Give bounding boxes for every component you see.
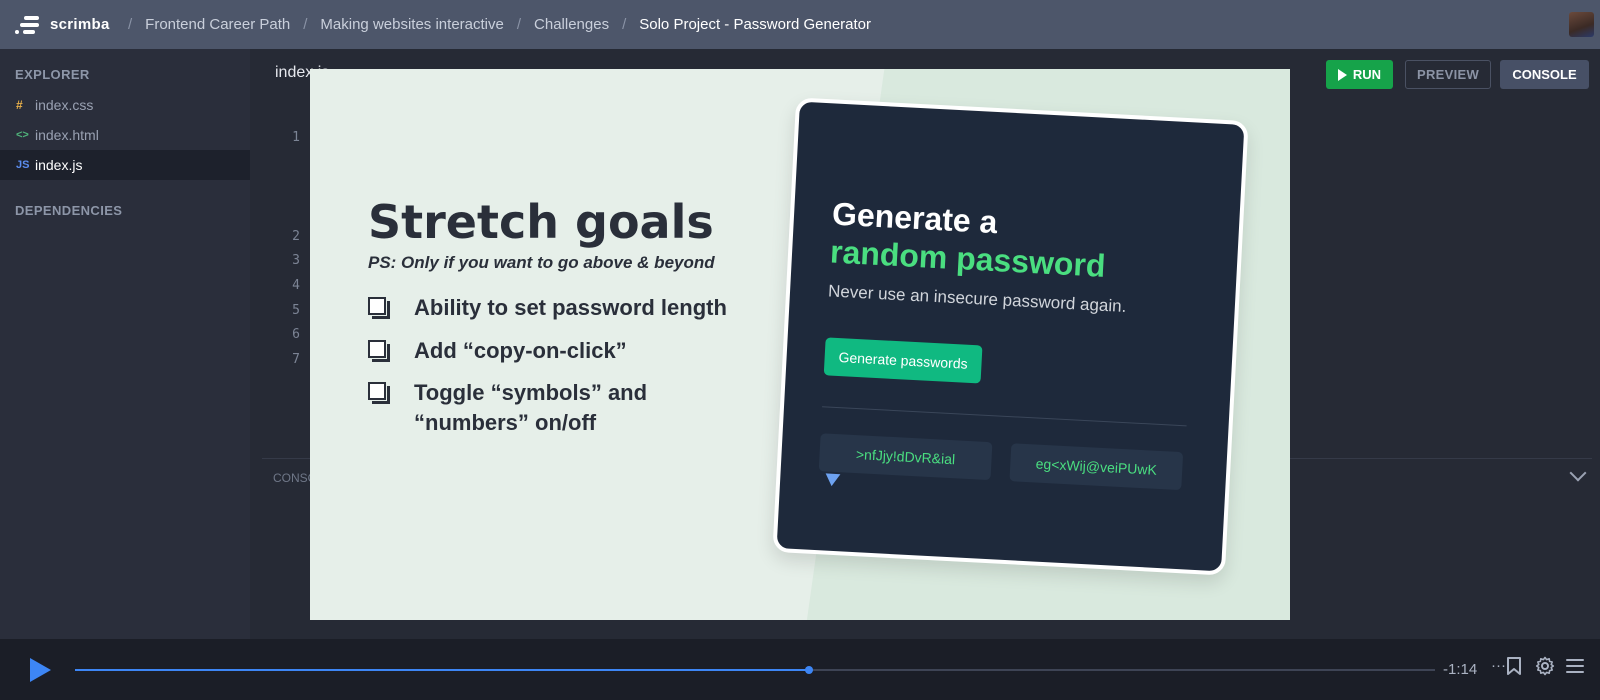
checkbox-icon — [368, 297, 390, 319]
file-name: index.css — [35, 97, 94, 113]
play-icon — [1337, 68, 1347, 81]
checkbox-icon — [368, 340, 390, 362]
preview-button[interactable]: PREVIEW — [1405, 60, 1491, 89]
password-output: eg<xWij@veiPUwK — [1009, 443, 1184, 491]
scrimba-logo-icon — [15, 15, 39, 34]
goal-item: Toggle “symbols” and “numbers” on/off — [368, 378, 684, 438]
password-output: >nfJjy!dDvR&ial — [818, 433, 993, 481]
progress-track[interactable] — [75, 666, 1435, 674]
top-bar: scrimba / Frontend Career Path / Making … — [0, 0, 1600, 49]
breadcrumb-separator: / — [516, 16, 522, 33]
explorer-heading: EXPLORER — [15, 67, 90, 82]
slide-title: Stretch goals — [368, 195, 714, 249]
line-number: 2 — [292, 229, 300, 244]
file-explorer-sidebar: EXPLORER # index.css <> index.html JS in… — [0, 49, 250, 700]
js-file-icon: JS — [16, 159, 30, 171]
breadcrumb-item-module[interactable]: Making websites interactive — [320, 16, 503, 33]
line-number: 5 — [292, 303, 300, 318]
line-number: 1 — [292, 130, 300, 145]
chevron-down-icon[interactable] — [1569, 464, 1587, 482]
goal-item: Ability to set password length — [368, 293, 774, 323]
line-number: 6 — [292, 327, 300, 342]
breadcrumb: / Frontend Career Path / Making websites… — [115, 16, 871, 33]
generate-passwords-button: Generate passwords — [823, 337, 983, 384]
breadcrumb-separator: / — [303, 16, 308, 33]
card-divider — [822, 406, 1187, 427]
goal-text: Toggle “symbols” and “numbers” on/off — [414, 380, 648, 435]
goal-text: Add “copy-on-click” — [414, 338, 627, 363]
run-label: RUN — [1352, 67, 1382, 82]
progress-fill — [75, 669, 810, 671]
slide-subtitle: PS: Only if you want to go above & beyon… — [368, 253, 715, 272]
breadcrumb-current: Solo Project - Password Generator — [639, 16, 872, 33]
file-name: index.html — [35, 127, 99, 143]
file-name: index.js — [35, 157, 83, 173]
dependencies-heading: DEPENDENCIES — [15, 203, 123, 218]
menu-icon[interactable] — [1566, 658, 1584, 674]
breadcrumb-separator: / — [128, 16, 133, 33]
file-item-html[interactable]: <> index.html — [0, 120, 250, 150]
progress-handle[interactable] — [805, 666, 814, 674]
breadcrumb-item-career-path[interactable]: Frontend Career Path — [145, 16, 290, 33]
card-description: Never use an insecure password again. — [827, 281, 1127, 317]
breadcrumb-separator: / — [622, 16, 627, 33]
line-number: 4 — [292, 278, 300, 293]
user-avatar[interactable] — [1569, 12, 1594, 37]
goal-text: Ability to set password length — [414, 295, 727, 320]
card-heading-accent: random password — [829, 233, 1107, 284]
run-button[interactable]: RUN — [1326, 60, 1393, 89]
html-file-icon: <> — [16, 129, 29, 141]
gear-icon[interactable] — [1535, 656, 1555, 676]
console-button[interactable]: CONSOLE — [1500, 60, 1589, 89]
file-item-css[interactable]: # index.css — [0, 90, 250, 120]
bookmark-icon[interactable] — [1506, 656, 1522, 676]
scrimba-logo[interactable]: scrimba — [15, 15, 115, 34]
more-icon[interactable]: ··· — [1491, 657, 1506, 674]
line-number: 7 — [292, 352, 300, 367]
breadcrumb-item-challenges[interactable]: Challenges — [534, 16, 609, 33]
time-remaining: -1:14 — [1443, 661, 1478, 678]
goal-item: Add “copy-on-click” — [368, 336, 774, 366]
video-player-bar: -1:14 ··· — [0, 639, 1600, 700]
checkbox-icon — [368, 382, 390, 404]
video-slide: Stretch goals PS: Only if you want to go… — [310, 69, 1290, 620]
play-icon[interactable] — [30, 658, 51, 682]
line-number: 3 — [292, 253, 300, 268]
file-item-js[interactable]: JS index.js — [0, 150, 250, 180]
css-file-icon: # — [16, 98, 23, 112]
password-generator-preview-card: Generate a random password Never use an … — [772, 97, 1249, 576]
brand-name: scrimba — [50, 16, 110, 33]
